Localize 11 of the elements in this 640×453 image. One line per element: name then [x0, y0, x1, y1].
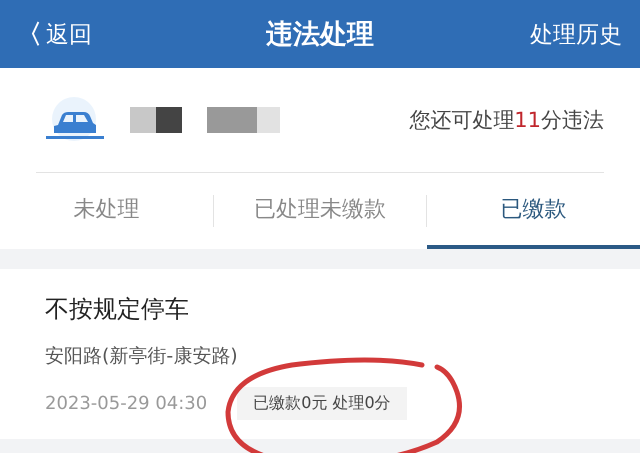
- history-link[interactable]: 处理历史: [530, 18, 622, 50]
- violation-location: 安阳路(新亭街-康安路): [45, 344, 239, 369]
- tab[interactable]: 已处理未缴款: [214, 173, 426, 249]
- violation-time: 2023-05-29 04:30: [45, 393, 208, 414]
- payment-status-badge: 已缴款0元 处理0分: [237, 387, 407, 420]
- remaining-points-text: 您还可处理11分违法: [409, 107, 604, 134]
- violation-card[interactable]: 不按规定停车 安阳路(新亭街-康安路) 2023-05-29 04:30 已缴款0元 处理0分: [0, 269, 640, 439]
- tab[interactable]: 未处理: [0, 173, 213, 249]
- back-button[interactable]: 〈返回: [16, 16, 92, 52]
- violation-title: 不按规定停车: [45, 294, 190, 325]
- page-title: 违法处理: [266, 18, 374, 52]
